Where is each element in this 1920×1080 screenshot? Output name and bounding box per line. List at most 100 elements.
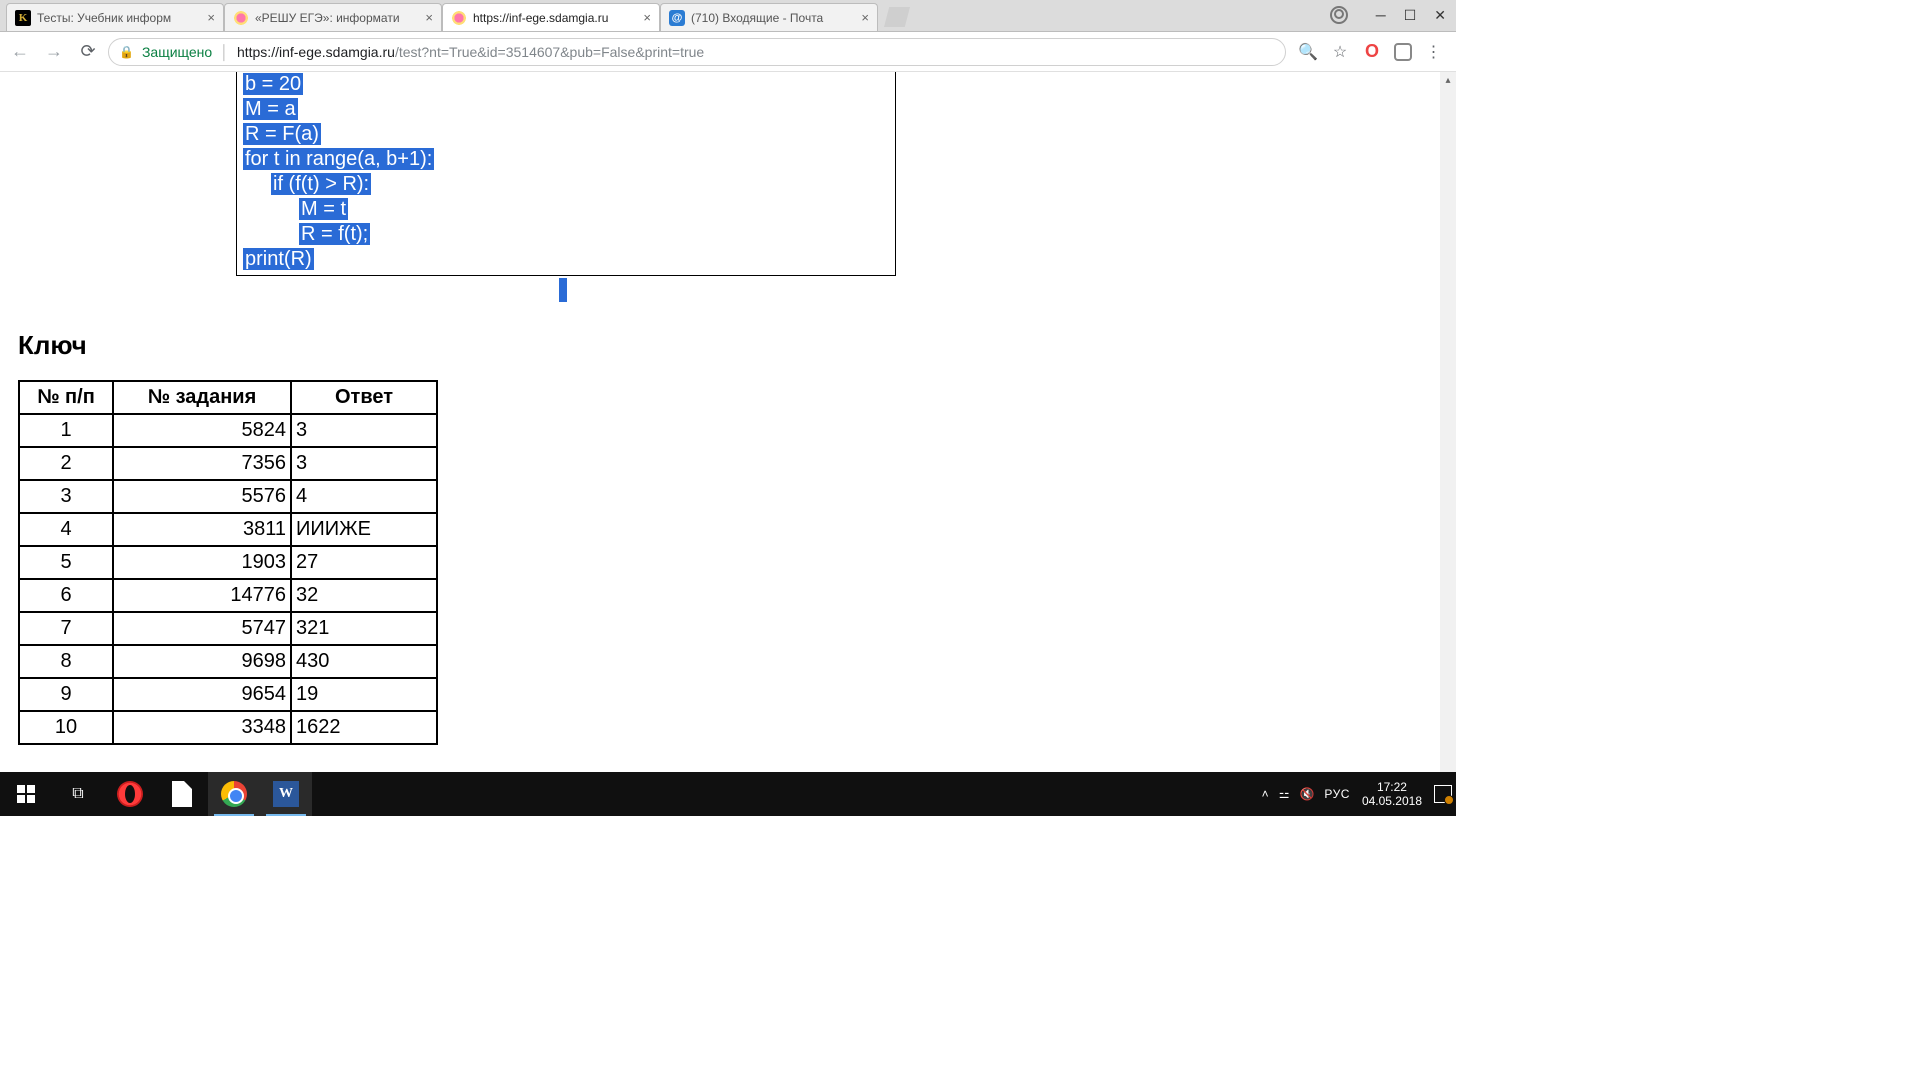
table-cell: 7356: [113, 447, 291, 480]
table-cell: 321: [291, 612, 437, 645]
table-cell: 32: [291, 579, 437, 612]
browser-tab[interactable]: @(710) Входящие - Почта×: [660, 3, 878, 31]
tab-title: https://inf-ege.sdamgia.ru: [473, 11, 635, 25]
table-cell: 1: [19, 414, 113, 447]
table-cell: 9: [19, 678, 113, 711]
close-tab-icon[interactable]: ×: [641, 9, 653, 26]
close-tab-icon[interactable]: ×: [423, 9, 435, 26]
table-cell: 3: [291, 414, 437, 447]
lock-icon: 🔒: [119, 45, 134, 59]
mail-favicon-icon: @: [669, 10, 685, 26]
table-header: Ответ: [291, 381, 437, 414]
table-cell: 3348: [113, 711, 291, 744]
browser-tab[interactable]: https://inf-ege.sdamgia.ru ×: [442, 3, 660, 31]
table-cell: 9654: [113, 678, 291, 711]
table-cell: 5824: [113, 414, 291, 447]
page-viewport: b = 20 M = a R = F(a) for t in range(a, b+1…: [0, 72, 1440, 772]
wifi-icon[interactable]: ⚍: [1279, 787, 1290, 801]
table-row: 273563: [19, 447, 437, 480]
table-row: 89698430: [19, 645, 437, 678]
table-header: № задания: [113, 381, 291, 414]
scroll-up-button[interactable]: ▴: [1440, 72, 1456, 88]
taskbar-clock[interactable]: 17:22 04.05.2018: [1362, 780, 1422, 808]
browser-tab[interactable]: K Тесты: Учебник информ ×: [6, 3, 224, 31]
code-listing[interactable]: b = 20 M = a R = F(a) for t in range(a, b+1…: [237, 72, 895, 272]
table-row: 5190327: [19, 546, 437, 579]
close-tab-icon[interactable]: ×: [205, 9, 217, 26]
windows-taskbar: ⧉ W ˄ ⚍ 🔇 РУС 17:22 04.05.2018: [0, 772, 1456, 816]
table-row: 1033481622: [19, 711, 437, 744]
forward-button[interactable]: →: [40, 38, 68, 66]
browser-tab[interactable]: «РЕШУ ЕГЭ»: информати ×: [224, 3, 442, 31]
table-cell: 6: [19, 579, 113, 612]
minimize-button[interactable]: ─: [1376, 7, 1386, 23]
tab-title: Тесты: Учебник информ: [37, 11, 199, 25]
code-line: for t in range(a, b+1):: [243, 148, 434, 170]
secure-label: Защищено: [142, 44, 212, 60]
table-cell: 7: [19, 612, 113, 645]
window-controls: ─ ☐ ✕: [1330, 0, 1456, 31]
table-cell: 10: [19, 711, 113, 744]
taskbar-app-chrome[interactable]: [208, 772, 260, 816]
code-box: b = 20 M = a R = F(a) for t in range(a, b+1…: [236, 72, 896, 276]
new-tab-button[interactable]: [884, 7, 910, 27]
table-row: 43811ИИИЖЕ: [19, 513, 437, 546]
table-cell: 14776: [113, 579, 291, 612]
close-tab-icon[interactable]: ×: [859, 9, 871, 26]
table-cell: 1622: [291, 711, 437, 744]
code-line: if (f(t) > R):: [271, 173, 371, 195]
table-cell: 1903: [113, 546, 291, 579]
volume-mute-icon[interactable]: 🔇: [1299, 787, 1314, 801]
back-button[interactable]: ←: [6, 38, 34, 66]
extension-icon[interactable]: [1394, 43, 1412, 61]
code-line: b = 20: [243, 73, 303, 95]
input-language[interactable]: РУС: [1324, 787, 1350, 801]
profile-icon[interactable]: [1330, 6, 1348, 24]
table-row: 61477632: [19, 579, 437, 612]
reshu-favicon-icon: [451, 10, 467, 26]
code-line: M = a: [243, 98, 298, 120]
table-row: 9965419: [19, 678, 437, 711]
opera-ext-icon[interactable]: O: [1362, 41, 1382, 62]
table-header: № п/п: [19, 381, 113, 414]
start-button[interactable]: [0, 772, 52, 816]
omnibox[interactable]: 🔒 Защищено │ https://inf-ege.sdamgia.ru/…: [108, 38, 1286, 66]
k-favicon-icon: K: [15, 10, 31, 26]
close-window-button[interactable]: ✕: [1434, 7, 1446, 24]
code-line: R = f(t);: [299, 223, 370, 245]
table-cell: 27: [291, 546, 437, 579]
menu-dots-icon[interactable]: ⋮: [1424, 42, 1444, 62]
zoom-icon[interactable]: 🔍: [1298, 42, 1318, 62]
table-cell: 430: [291, 645, 437, 678]
taskbar-app-word[interactable]: W: [260, 772, 312, 816]
reshu-favicon-icon: [233, 10, 249, 26]
table-cell: 5747: [113, 612, 291, 645]
code-line: R = F(a): [243, 123, 321, 145]
table-row: 75747321: [19, 612, 437, 645]
toolbar-right: 🔍 ☆ O ⋮: [1292, 41, 1450, 62]
table-cell: 5: [19, 546, 113, 579]
answer-key-table: № п/п№ заданияОтвет 15824327356335576443…: [18, 380, 438, 745]
table-cell: 4: [19, 513, 113, 546]
taskbar-app-opera[interactable]: [104, 772, 156, 816]
selection-caret: [559, 278, 567, 302]
code-line: M = t: [299, 198, 348, 220]
system-tray[interactable]: ˄ ⚍ 🔇 РУС: [1262, 787, 1350, 801]
table-row: 158243: [19, 414, 437, 447]
browser-tab-strip: KТесты: Учебник информ×«РЕШУ ЕГЭ»: инфор…: [0, 0, 1456, 32]
vertical-scrollbar[interactable]: ▴: [1440, 72, 1456, 772]
table-cell: 3: [19, 480, 113, 513]
table-cell: 2: [19, 447, 113, 480]
task-view-button[interactable]: ⧉: [52, 772, 104, 816]
reload-button[interactable]: ⟳: [74, 38, 102, 66]
table-row: 355764: [19, 480, 437, 513]
table-cell: 4: [291, 480, 437, 513]
action-center-icon[interactable]: [1434, 785, 1452, 803]
bookmark-star-icon[interactable]: ☆: [1330, 42, 1350, 62]
tab-title: «РЕШУ ЕГЭ»: информати: [255, 11, 417, 25]
maximize-button[interactable]: ☐: [1404, 7, 1417, 24]
tray-chevron-icon[interactable]: ˄: [1262, 787, 1269, 801]
taskbar-app-file[interactable]: [156, 772, 208, 816]
table-cell: ИИИЖЕ: [291, 513, 437, 546]
table-cell: 19: [291, 678, 437, 711]
